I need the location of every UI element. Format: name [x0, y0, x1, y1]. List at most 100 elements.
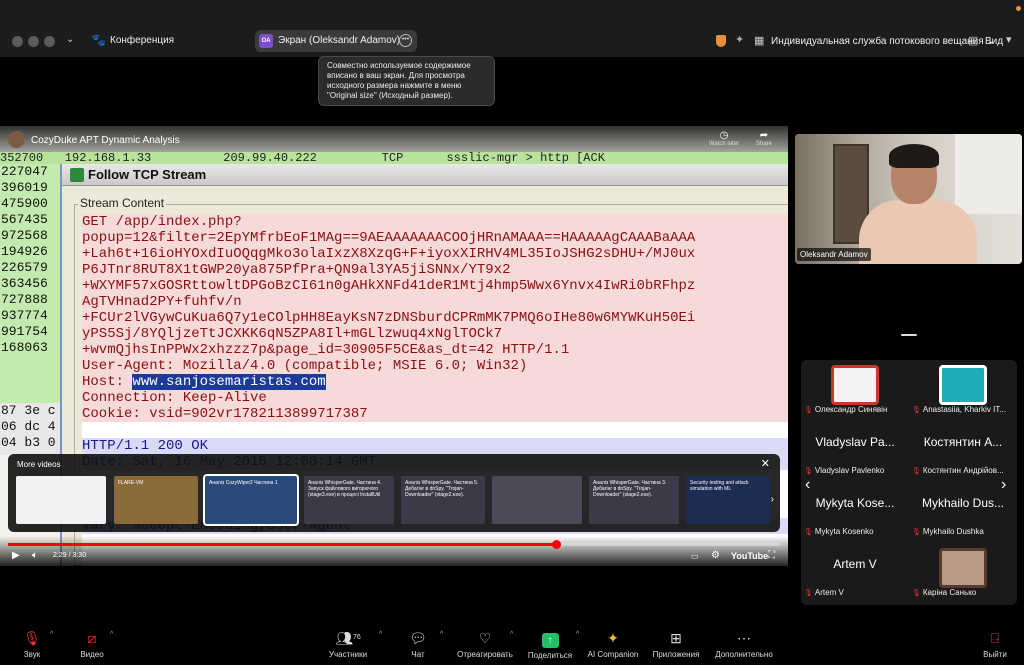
settings-icon[interactable]: ⚙	[711, 550, 720, 561]
youtube-logo[interactable]: YouTube	[731, 551, 768, 561]
hex-value: 06 dc 4	[1, 419, 56, 434]
share-options-caret[interactable]: ^	[576, 631, 579, 638]
close-icon[interactable]: ✕	[761, 457, 770, 470]
video-thumbnail[interactable]: Аналіз WhisperGate. Частина 3. Дебагінг …	[589, 476, 679, 524]
watch-later-icon: ◷	[719, 130, 729, 141]
packet-number: 475900	[1, 196, 48, 211]
video-thumbnail[interactable]	[492, 476, 582, 524]
meeting-title: Конференция	[110, 35, 175, 46]
watch-later-button[interactable]: ◷ Watch later	[704, 130, 744, 147]
participant-tile[interactable]: 🎙︎ Anastasiia, Kharkiv IT...	[909, 360, 1017, 421]
chat-options-caret[interactable]: ^	[440, 631, 443, 638]
participant-tile[interactable]: Mykhailo Dus... 🎙︎ Mykhailo Dushka	[909, 482, 1017, 543]
shared-screen-video[interactable]: CozyDuke APT Dynamic Analysis ◷ Watch la…	[0, 126, 788, 566]
sparkle-icon[interactable]: ✦	[735, 33, 744, 46]
more-button[interactable]: ⋯ Дополнительно	[714, 629, 774, 659]
menu-icon[interactable]: ▾	[1006, 33, 1012, 46]
fit-to-screen-tooltip: Совместно используемое содержимое вписан…	[318, 56, 495, 106]
mic-off-icon: 🎙︎	[804, 529, 813, 536]
participant-display-name: Mykhailo Dus...	[921, 496, 1005, 510]
hex-column: 87 3e c 06 dc 4 04 b3 0	[0, 403, 62, 455]
window-title: Follow TCP Stream	[88, 167, 207, 182]
leave-icon: ⍈	[990, 630, 1000, 646]
progress-bar[interactable]	[8, 540, 780, 549]
video-options-caret[interactable]: ^	[110, 631, 113, 638]
minimize-window-button[interactable]	[28, 36, 39, 47]
packet-number: 567435	[1, 212, 48, 227]
screen-share-pill[interactable]: OA Экран (Oleksandr Adamov) •••	[255, 30, 417, 52]
chat-button[interactable]: 💬︎ Чат	[388, 629, 448, 659]
video-thumbnail-title: Аналіз WhisperGate. Частина 5. Дебагінг …	[405, 480, 479, 498]
participant-tile[interactable]: Костянтин А... 🎙︎ Костянтин Андрійов...	[909, 421, 1017, 482]
play-icon[interactable]: ▶	[12, 550, 20, 561]
participant-name: 🎙︎ Mykyta Kosenko	[804, 527, 908, 536]
react-button[interactable]: ♡ Отреагировать	[455, 629, 515, 659]
apps-button[interactable]: ⊞ Приложения	[646, 629, 706, 659]
captions-icon[interactable]: ▭	[691, 552, 699, 561]
youtube-top-bar: CozyDuke APT Dynamic Analysis ◷ Watch la…	[0, 126, 788, 152]
hex-value: 87 3e c	[1, 403, 56, 418]
participant-tile[interactable]: Vladyslav Pa... 🎙︎ Vladyslav Pavlenko	[801, 421, 909, 482]
share-label: Share	[755, 141, 772, 147]
more-icon[interactable]: •••	[399, 34, 412, 47]
video-thumbnail[interactable]: Security testing and attack simulation w…	[686, 476, 770, 524]
participants-grid: ‹ › 🎙︎ Олександр Синявін 🎙︎ Anastasiia, Kha…	[801, 360, 1017, 605]
close-window-button[interactable]	[12, 36, 23, 47]
participant-tile[interactable]: 🎙︎ Каріна Санько	[909, 543, 1017, 604]
zoom-window-button[interactable]	[44, 36, 55, 47]
view-icon[interactable]: ▤	[968, 34, 978, 47]
progress-knob[interactable]	[552, 540, 562, 549]
grid-icon[interactable]: ▦	[754, 34, 764, 47]
video-thumbnail[interactable]: Аналіз WhisperGate. Частина 5. Дебагінг …	[401, 476, 485, 524]
volume-icon[interactable]: 🔈︎	[32, 550, 38, 561]
share-screen-button[interactable]: ↑ Поделиться	[520, 629, 580, 660]
request-line: popup=12&filter=2EpYMfrbEoF1MAg==9AEAAAA…	[82, 230, 788, 246]
video-title[interactable]: CozyDuke APT Dynamic Analysis	[31, 135, 180, 146]
participant-tile[interactable]: Mykyta Kose... 🎙︎ Mykyta Kosenko	[801, 482, 909, 543]
more-videos-title: More videos	[17, 460, 61, 469]
leave-button[interactable]: ⍈ Выйти	[965, 629, 1024, 659]
stream-service-dropdown[interactable]: Индивидуальная служба потокового вещания…	[771, 36, 995, 47]
video-thumbnail[interactable]: Аналіз CozyWiper2 Частина 1	[203, 474, 299, 526]
video-thumbnail-title: Аналіз WhisperGate. Частина 4. Запуск фа…	[308, 480, 382, 498]
request-line: GET /app/index.php?	[82, 214, 788, 230]
stream-content-label: Stream Content	[78, 196, 167, 210]
watch-later-label: Watch later	[708, 141, 740, 147]
fullscreen-icon[interactable]: ⛶	[768, 550, 775, 561]
participant-display-name: Mykyta Kose...	[815, 496, 895, 510]
video-thumbnail[interactable]: FLARE-VM	[114, 476, 198, 524]
mic-off-icon: 🎙︎	[804, 407, 813, 414]
view-button[interactable]: Вид	[985, 36, 1003, 47]
video-thumbnail[interactable]	[16, 476, 106, 524]
paw-icon: 🐾	[91, 33, 106, 47]
meeting-toolbar: 🎙︎ Звук ^ ⧄ Видео ^ 👥︎76 Участники ^ 💬︎ …	[0, 620, 1024, 665]
host-value-selected[interactable]: www.sanjosemaristas.com	[132, 374, 326, 390]
participant-tile[interactable]: Artem V 🎙︎ Artem V	[801, 543, 909, 604]
video-time: 2:29 / 3:30	[53, 552, 87, 559]
ai-companion-button[interactable]: ✦ AI Companion	[583, 629, 643, 659]
ai-companion-label: AI Companion	[587, 650, 639, 659]
participant-name: 🎙︎ Mykhailo Dushka	[912, 527, 1016, 536]
audio-options-caret[interactable]: ^	[50, 631, 53, 638]
more-videos-panel: More videos ✕ › FLARE-VM Аналіз CozyWiper…	[8, 454, 780, 532]
share-button[interactable]: ➦ Share	[752, 130, 776, 147]
share-icon: ➦	[759, 130, 769, 141]
shield-icon[interactable]	[716, 35, 726, 47]
channel-avatar[interactable]	[8, 131, 25, 148]
react-options-caret[interactable]: ^	[510, 631, 513, 638]
hex-value: 04 b3 0	[1, 435, 56, 450]
chevron-right-icon[interactable]: ›	[771, 494, 774, 505]
video-thumbnail[interactable]: Аналіз WhisperGate. Частина 4. Запуск фа…	[304, 476, 394, 524]
mic-off-icon: 🎙︎	[912, 468, 921, 475]
participants-button[interactable]: 👥︎76 Участники	[318, 629, 378, 659]
participants-options-caret[interactable]: ^	[379, 631, 382, 638]
window-title-bar: Follow TCP Stream	[62, 164, 788, 186]
speaker-video-tile[interactable]: Oleksandr Adamov	[795, 134, 1022, 264]
chevron-down-icon[interactable]: ⌄	[66, 34, 74, 45]
participant-name: 🎙︎ Костянтин Андрійов...	[912, 466, 1016, 475]
heart-icon: ♡	[478, 630, 492, 646]
participant-name-text: Каріна Санько	[922, 588, 977, 597]
participant-tile[interactable]: 🎙︎ Олександр Синявін	[801, 360, 909, 421]
panel-resize-handle[interactable]	[901, 334, 917, 336]
